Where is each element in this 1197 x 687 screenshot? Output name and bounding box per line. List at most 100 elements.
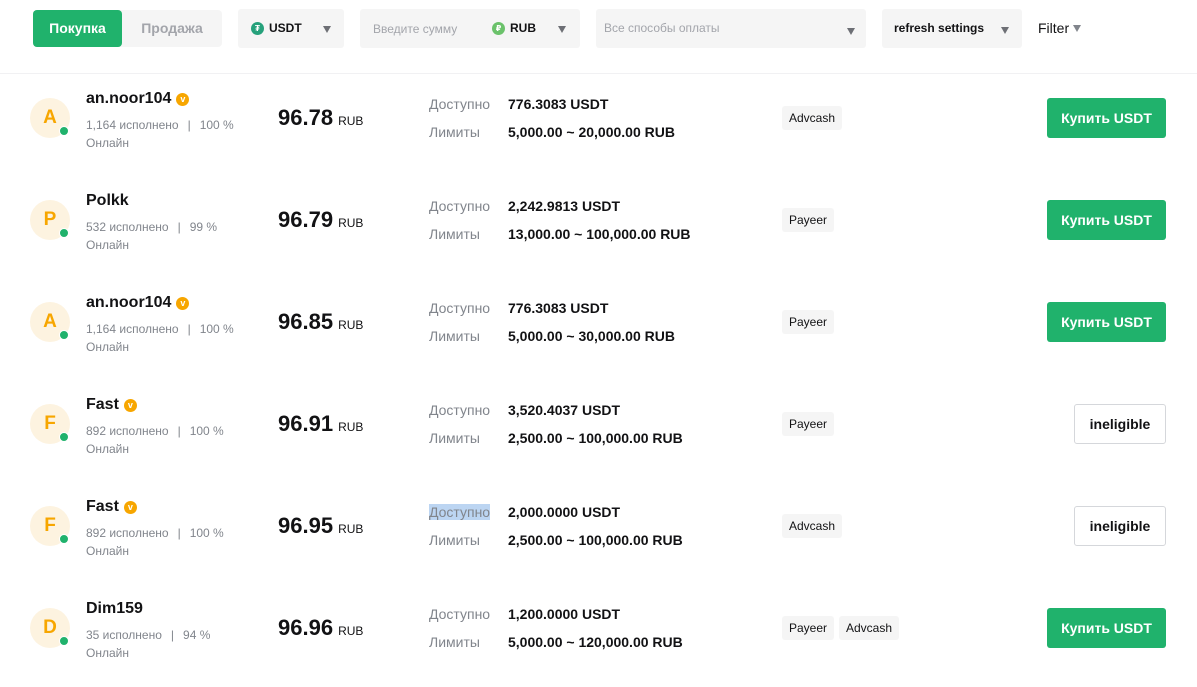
- merchant-name[interactable]: Fast v: [86, 396, 137, 414]
- online-status: Онлайн: [86, 442, 129, 456]
- price-value: 96.85: [278, 309, 334, 334]
- available-amount: 776.3083 USDT: [508, 300, 609, 316]
- limits-range: 2,500.00 ~ 100,000.00 RUB: [508, 430, 683, 446]
- offer-row: Aan.noor104 v 1,164 исполнено | 100 % Онлайн 9…: [0, 272, 1197, 374]
- available-label: Доступно: [429, 402, 491, 418]
- online-indicator: [59, 228, 69, 238]
- orders-count: 1,164 исполнено: [86, 322, 179, 336]
- refresh-settings-label: refresh settings: [894, 21, 985, 35]
- merchant-stats: 892 исполнено | 100 %: [86, 526, 224, 540]
- verified-merchant-icon: v: [123, 501, 137, 514]
- limits-label: Лимиты: [429, 328, 480, 344]
- price-currency: RUB: [338, 624, 364, 638]
- limits-range: 5,000.00 ~ 20,000.00 RUB: [508, 124, 675, 140]
- limits-label: Лимиты: [429, 532, 480, 548]
- payment-method-select[interactable]: Все способы оплаты: [596, 9, 866, 48]
- merchant-nickname: an.noor104: [86, 294, 172, 311]
- ineligible-button[interactable]: ineligible: [1074, 506, 1166, 546]
- online-indicator: [59, 534, 69, 544]
- available-label: Доступно: [429, 300, 491, 316]
- amount-input[interactable]: [360, 9, 490, 48]
- price-value: 96.95: [278, 513, 334, 538]
- price-value: 96.96: [278, 615, 334, 640]
- offer-row: F Fast v 892 исполнено | 100 % Онлайн 96.95 RUB Д…: [0, 476, 1197, 578]
- price-currency: RUB: [338, 318, 364, 332]
- merchant-name[interactable]: an.noor104 v: [86, 294, 190, 312]
- merchant-nickname: Polkk: [86, 192, 129, 209]
- payment-method-tag: Advcash: [782, 514, 843, 538]
- online-indicator: [59, 636, 69, 646]
- merchant-stats: 35 исполнено | 94 %: [86, 628, 210, 642]
- offer-price: 96.85 RUB: [278, 309, 363, 335]
- merchant-stats: 532 исполнено | 99 %: [86, 220, 217, 234]
- online-status: Онлайн: [86, 544, 129, 558]
- verified-merchant-icon: v: [176, 93, 190, 106]
- price-currency: RUB: [338, 216, 364, 230]
- coin-select-value: USDT: [269, 21, 302, 35]
- payment-method-tag: Payeer: [782, 310, 835, 334]
- limits-label: Лимиты: [429, 430, 480, 446]
- merchant-nickname: Dim159: [86, 600, 143, 617]
- chevron-down-icon[interactable]: [558, 26, 566, 33]
- limits-range: 13,000.00 ~ 100,000.00 RUB: [508, 226, 691, 242]
- merchant-stats: 1,164 исполнено | 100 %: [86, 322, 234, 336]
- offer-price: 96.79 RUB: [278, 207, 363, 233]
- offer-row: P Polkk 532 исполнено | 99 % Онлайн 96.79 RUB До…: [0, 170, 1197, 272]
- limits-label: Лимиты: [429, 124, 480, 140]
- available-amount: 776.3083 USDT: [508, 96, 609, 112]
- stats-divider: |: [177, 526, 181, 540]
- merchant-name[interactable]: an.noor104 v: [86, 90, 190, 108]
- price-currency: RUB: [338, 420, 364, 434]
- buy-usdt-button[interactable]: Купить USDT: [1047, 302, 1166, 342]
- available-label: Доступно: [429, 606, 491, 622]
- payment-method-tag: Payeer: [782, 616, 835, 640]
- verified-merchant-icon: v: [123, 399, 137, 412]
- completion-rate: 100 %: [189, 424, 224, 438]
- fiat-select-value[interactable]: RUB: [510, 21, 536, 35]
- limits-range: 5,000.00 ~ 120,000.00 RUB: [508, 634, 683, 650]
- orders-count: 35 исполнено: [86, 628, 162, 642]
- coin-select[interactable]: ₮ USDT: [238, 9, 344, 48]
- available-label: Доступно: [429, 198, 491, 214]
- payment-method-tag: Payeer: [782, 208, 835, 232]
- orders-count: 892 исполнено: [86, 526, 169, 540]
- stats-divider: |: [187, 322, 191, 336]
- merchant-name[interactable]: Fast v: [86, 498, 137, 516]
- price-currency: RUB: [338, 522, 364, 536]
- filter-toolbar: Покупка Продажа ₮ USDT ₽ RUB Все способы…: [0, 0, 1197, 74]
- sell-tab[interactable]: Продажа: [122, 10, 222, 47]
- offer-price: 96.95 RUB: [278, 513, 363, 539]
- completion-rate: 94 %: [183, 628, 211, 642]
- merchant-name[interactable]: Dim159: [86, 600, 143, 618]
- buy-usdt-button[interactable]: Купить USDT: [1047, 608, 1166, 648]
- limits-label: Лимиты: [429, 634, 480, 650]
- available-amount: 2,000.0000 USDT: [508, 504, 621, 520]
- online-indicator: [59, 126, 69, 136]
- available-label: Доступно: [429, 96, 491, 112]
- limits-label: Лимиты: [429, 226, 480, 242]
- online-status: Онлайн: [86, 340, 129, 354]
- buy-usdt-button[interactable]: Купить USDT: [1047, 98, 1166, 138]
- limits-range: 5,000.00 ~ 30,000.00 RUB: [508, 328, 675, 344]
- ineligible-button[interactable]: ineligible: [1074, 404, 1166, 444]
- completion-rate: 100 %: [189, 526, 224, 540]
- filter-label: Filter: [1038, 20, 1070, 36]
- offer-row: F Fast v 892 исполнено | 100 % Онлайн 96.91 RUB Д…: [0, 374, 1197, 476]
- refresh-settings-select[interactable]: refresh settings: [882, 9, 1022, 48]
- merchant-name[interactable]: Polkk: [86, 192, 129, 210]
- orders-count: 1,164 исполнено: [86, 118, 179, 132]
- orders-count: 892 исполнено: [86, 424, 169, 438]
- limits-range: 2,500.00 ~ 100,000.00 RUB: [508, 532, 683, 548]
- buy-usdt-button[interactable]: Купить USDT: [1047, 200, 1166, 240]
- online-status: Онлайн: [86, 238, 129, 252]
- available-amount: 1,200.0000 USDT: [508, 606, 621, 622]
- stats-divider: |: [187, 118, 191, 132]
- buy-tab[interactable]: Покупка: [33, 10, 122, 47]
- price-currency: RUB: [338, 114, 364, 128]
- caret-down-icon: [1073, 24, 1082, 32]
- filter-button[interactable]: Filter: [1038, 20, 1082, 36]
- merchant-nickname: an.noor104: [86, 90, 172, 107]
- offer-price: 96.78 RUB: [278, 105, 363, 131]
- orders-count: 532 исполнено: [86, 220, 169, 234]
- payment-method-placeholder: Все способы оплаты: [604, 21, 720, 35]
